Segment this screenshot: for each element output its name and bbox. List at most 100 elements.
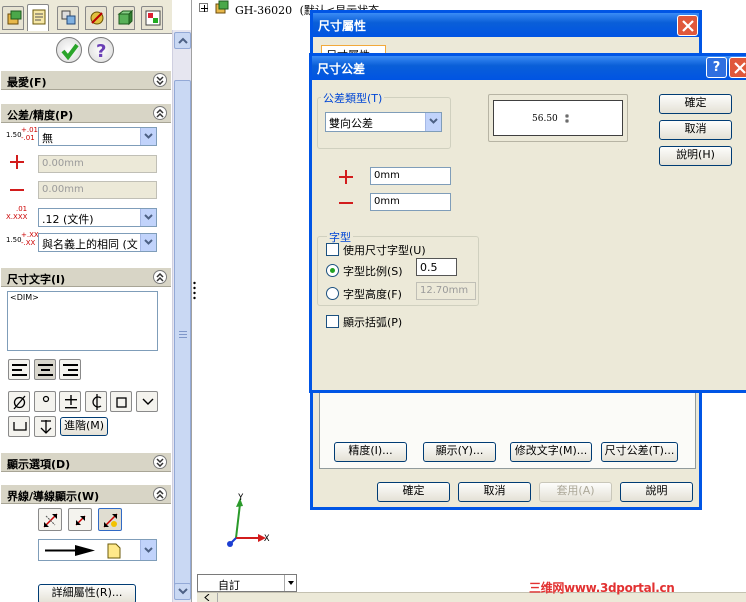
tolerance-section-header[interactable]: 公差/精度(P) xyxy=(1,103,171,123)
square-symbol-button[interactable] xyxy=(110,391,132,412)
chevron-down-icon[interactable] xyxy=(140,234,156,251)
dimension-text-section-header[interactable]: 尺寸文字(I) xyxy=(1,267,171,287)
scroll-up-button[interactable] xyxy=(174,32,191,49)
leader-inside-button[interactable] xyxy=(68,508,92,531)
counterbore-symbol-button[interactable] xyxy=(8,416,30,437)
appearance-icon xyxy=(145,10,161,26)
tolerance-precision-icon: 1.50 +.XX -.XX xyxy=(6,231,39,247)
leader-smart-button[interactable] xyxy=(98,508,122,531)
arrow-style-select[interactable] xyxy=(38,539,157,561)
part-icon xyxy=(215,0,229,14)
help-button[interactable]: ? xyxy=(88,37,114,63)
scroll-left-button[interactable] xyxy=(198,593,218,602)
collapse-chevron-icon[interactable] xyxy=(153,270,167,284)
diameter-symbol-button[interactable] xyxy=(8,391,30,412)
depth-symbol-button[interactable] xyxy=(34,416,56,437)
dimension-tolerance-titlebar: 尺寸公差 xyxy=(312,56,746,80)
show-parentheses-checkbox[interactable] xyxy=(326,315,339,328)
tolerance-type-dropdown[interactable]: 雙向公差 xyxy=(325,112,442,132)
tolerance-cancel-button[interactable]: 取消 xyxy=(659,120,732,140)
dimension-tolerance-button[interactable]: 尺寸公差(T)... xyxy=(601,442,678,462)
dimension-tolerance-dialog: 尺寸公差 ? 公差類型(T) 雙向公差 56.50 確定 取消 說明(H) 0m… xyxy=(309,53,746,393)
align-center-button[interactable] xyxy=(34,359,56,380)
align-center-icon xyxy=(38,364,53,376)
upper-limit-input[interactable]: 0mm xyxy=(370,167,451,185)
chevron-down-icon[interactable] xyxy=(140,540,156,560)
dim-props-ok-button[interactable]: 確定 xyxy=(377,482,450,502)
dim-props-cancel-button[interactable]: 取消 xyxy=(458,482,531,502)
leaders-section-header[interactable]: 界線/導線顯示(W) xyxy=(1,484,171,504)
leader-outside-button[interactable] xyxy=(38,508,62,531)
ok-button[interactable] xyxy=(56,37,82,63)
scroll-down-button[interactable] xyxy=(174,583,191,600)
display-options-section-header[interactable]: 顯示選項(D) xyxy=(1,452,171,472)
tab-configuration-manager[interactable] xyxy=(57,6,79,30)
modify-text-button[interactable]: 修改文字(M)... xyxy=(510,442,592,462)
detailed-properties-button[interactable]: 詳細屬性(R)... xyxy=(38,584,136,602)
expand-chevron-icon[interactable] xyxy=(153,455,167,469)
advanced-button[interactable]: 進階(M) xyxy=(60,417,108,436)
tab-display-manager[interactable] xyxy=(113,6,135,30)
font-scale-radio[interactable] xyxy=(326,264,339,277)
chevron-down-icon[interactable] xyxy=(140,209,156,226)
align-right-button[interactable] xyxy=(59,359,81,380)
tolerance-help-button[interactable]: 說明(H) xyxy=(659,146,732,166)
tab-appearance-manager[interactable] xyxy=(141,6,163,30)
dim-props-help-button[interactable]: 說明 xyxy=(620,482,693,502)
tab-property-manager[interactable] xyxy=(27,4,49,31)
dim-props-apply-button[interactable]: 套用(A) xyxy=(539,482,612,502)
expand-chevron-icon[interactable] xyxy=(153,73,167,87)
tolerance-type-select[interactable]: 無 xyxy=(38,127,157,146)
question-mark-icon: ? xyxy=(96,41,106,61)
display-button[interactable]: 顯示(Y)... xyxy=(423,442,496,462)
chevron-down-icon[interactable] xyxy=(140,128,156,145)
chevron-down-icon[interactable] xyxy=(425,113,441,131)
centerline-symbol-button[interactable] xyxy=(85,391,107,412)
use-dimension-font-checkbox[interactable] xyxy=(326,243,339,256)
collapse-chevron-icon[interactable] xyxy=(153,106,167,120)
lower-limit-input[interactable]: 0mm xyxy=(370,193,451,211)
degree-symbol-button[interactable] xyxy=(34,391,56,412)
close-button[interactable] xyxy=(729,57,746,78)
primary-precision-select[interactable]: .12 (文件) xyxy=(38,208,157,227)
upper-tolerance-field[interactable]: 0.00mm xyxy=(38,155,157,173)
tolerance-type-value: 無 xyxy=(42,132,53,145)
font-height-input[interactable]: 12.70mm xyxy=(416,282,476,300)
favorites-section-header[interactable]: 最愛(F) xyxy=(1,70,171,90)
manager-tabs xyxy=(0,0,172,34)
favorites-section-title: 最愛(F) xyxy=(7,76,47,89)
plus-minus-symbol-button[interactable] xyxy=(59,391,81,412)
preview-value: 56.50 xyxy=(532,114,558,124)
view-triad xyxy=(227,498,266,547)
tolerance-ok-button[interactable]: 確定 xyxy=(659,94,732,114)
more-symbols-button[interactable] xyxy=(136,391,158,412)
tolerance-type-dropdown-value: 雙向公差 xyxy=(329,117,373,130)
align-left-button[interactable] xyxy=(8,359,30,380)
context-help-button[interactable]: ? xyxy=(706,57,727,78)
primary-precision-icon: .01 X.XXX xyxy=(6,205,28,221)
close-button[interactable] xyxy=(677,15,698,36)
font-height-radio[interactable] xyxy=(326,287,339,300)
lower-tolerance-field[interactable]: 0.00mm xyxy=(38,181,157,199)
collapse-chevron-icon[interactable] xyxy=(153,487,167,501)
precision-button[interactable]: 精度(I)... xyxy=(334,442,407,462)
chevron-down-icon[interactable] xyxy=(284,575,296,591)
font-scale-input[interactable]: 0.5 xyxy=(416,258,457,276)
tree-expand-toggle[interactable] xyxy=(199,3,208,12)
tab-dimxpert-manager[interactable] xyxy=(85,6,107,30)
close-icon xyxy=(734,62,746,74)
tolerance-preview: 56.50 xyxy=(493,100,623,136)
checkmark-icon xyxy=(61,43,79,60)
arrows-outside-icon xyxy=(43,513,58,528)
property-manager-scrollbar[interactable] xyxy=(172,30,191,602)
tolerance-type-icon: 1.50 +.01 -.01 xyxy=(6,126,38,142)
scroll-thumb[interactable] xyxy=(174,80,191,590)
tab-feature-manager[interactable] xyxy=(2,6,24,30)
part-name: GH-36020 xyxy=(235,4,293,17)
dimension-text-area[interactable]: <DIM> xyxy=(7,291,158,351)
dimension-properties-title: 尺寸屬性 xyxy=(318,19,367,33)
tolerance-precision-select[interactable]: 與名義上的相同 (文 xyxy=(38,233,157,252)
view-tab-select[interactable]: 自訂 xyxy=(197,574,297,592)
watermark-text: 三维网www.3dportal.cn xyxy=(529,581,675,595)
display-options-section-title: 顯示選項(D) xyxy=(7,458,71,471)
